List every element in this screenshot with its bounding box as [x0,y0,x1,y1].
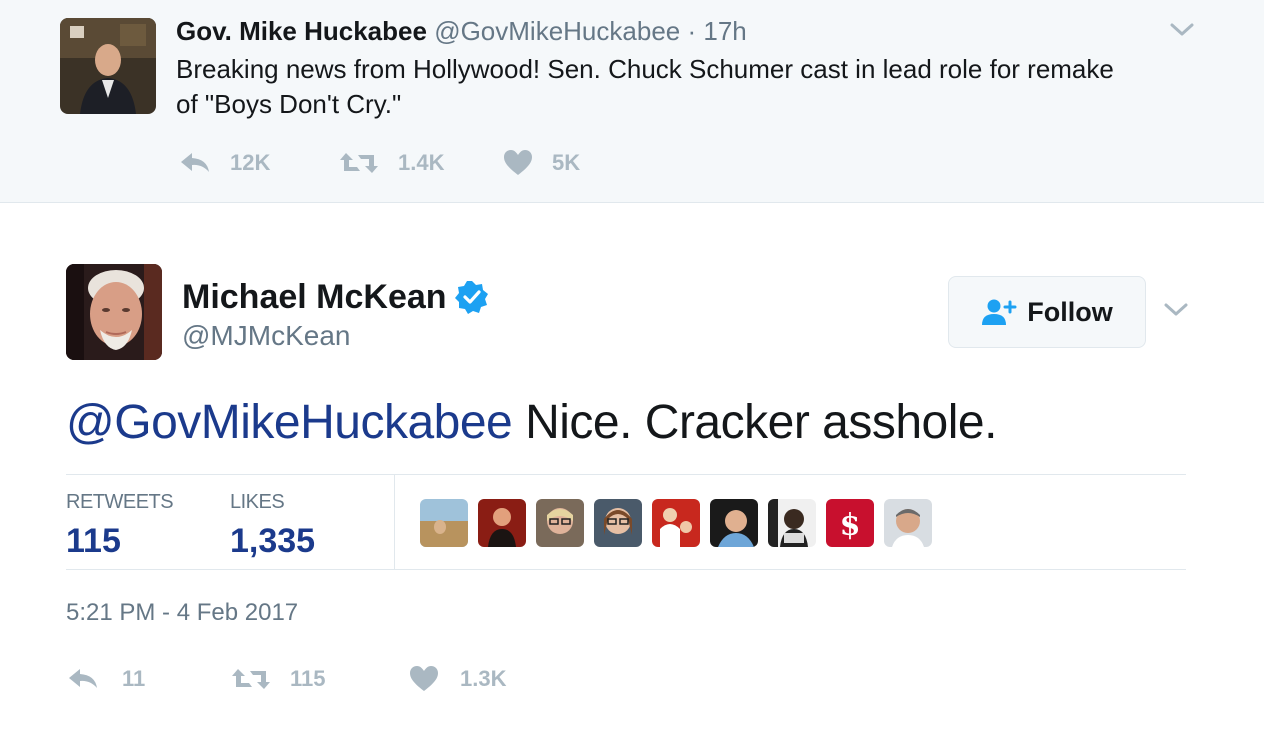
follow-button-label: Follow [1027,296,1113,327]
retweets-stat[interactable]: RETWEETS 115 [66,489,174,561]
parent-avatar[interactable] [60,18,156,114]
retweet-button[interactable]: 115 [230,665,408,693]
likes-label: LIKES [230,491,285,513]
parent-display-name[interactable]: Gov. Mike Huckabee [176,16,427,46]
chevron-down-icon[interactable] [1162,296,1190,324]
tweet-action-bar: 11 115 1.3K [66,662,506,696]
parent-separator: · [687,16,697,46]
retweet-icon [340,153,378,173]
liker-avatar[interactable] [652,499,700,547]
tweet-text-body: Nice. Cracker asshole. [512,396,997,449]
liker-avatar[interactable] [420,499,468,547]
liker-avatar[interactable] [478,499,526,547]
add-user-icon [982,299,1017,325]
author-handle[interactable]: @MJMcKean [182,318,350,354]
retweets-value: 115 [66,522,121,560]
mention-link[interactable]: @GovMikeHuckabee [66,396,513,449]
liker-avatars: $ [420,499,942,547]
parent-handle[interactable]: @GovMikeHuckabee [434,16,680,46]
parent-like-button[interactable]: 5K [502,149,580,177]
parent-tweet-text: Breaking news from Hollywood! Sen. Chuck… [176,54,1114,119]
retweets-label: RETWEETS [66,491,174,513]
like-count: 1.3K [460,666,507,691]
liker-avatar[interactable] [884,499,932,547]
liker-avatar[interactable]: $ [826,499,874,547]
stats-divider [394,475,395,569]
author-name-text[interactable]: Michael McKean [182,276,447,318]
retweet-count: 115 [290,666,326,691]
liker-avatar[interactable] [710,499,758,547]
liker-avatar[interactable] [768,499,816,547]
reply-count: 11 [122,666,146,691]
author-display-name[interactable]: Michael McKean [182,276,489,318]
verified-badge-icon [454,281,488,314]
reply-button[interactable]: 11 [66,665,230,693]
parent-action-bar: 12K 1.4K 5K [178,146,580,180]
liker-avatar[interactable] [536,499,584,547]
parent-reply-button[interactable]: 12K [178,149,338,177]
follow-button[interactable]: Follow [948,276,1146,348]
heart-icon [504,150,532,175]
likes-stat[interactable]: LIKES 1,335 [230,489,315,561]
heart-icon [410,666,438,691]
parent-like-count: 5K [552,150,581,175]
parent-reply-count: 12K [230,150,271,175]
svg-text:$: $ [840,508,861,543]
parent-tweet[interactable]: Gov. Mike Huckabee @GovMikeHuckabee · 17… [0,0,1264,203]
like-button[interactable]: 1.3K [408,665,506,693]
parent-retweet-button[interactable]: 1.4K [338,149,502,177]
reply-icon [181,153,209,172]
likes-value: 1,335 [230,522,316,560]
reply-icon [69,669,97,688]
parent-retweet-count: 1.4K [398,150,445,175]
chevron-down-icon[interactable] [1168,16,1196,44]
author-avatar[interactable] [66,264,162,360]
tweet-timestamp[interactable]: 5:21 PM - 4 Feb 2017 [66,598,298,628]
parent-timestamp[interactable]: 17h [703,16,746,46]
tweet-text: @GovMikeHuckabee Nice. Cracker asshole. [66,392,997,454]
parent-header: Gov. Mike Huckabee @GovMikeHuckabee · 17… [176,14,747,48]
liker-avatar[interactable] [594,499,642,547]
retweet-icon [232,669,270,689]
tweet-stats: RETWEETS 115 LIKES 1,335 $ [66,474,1186,570]
